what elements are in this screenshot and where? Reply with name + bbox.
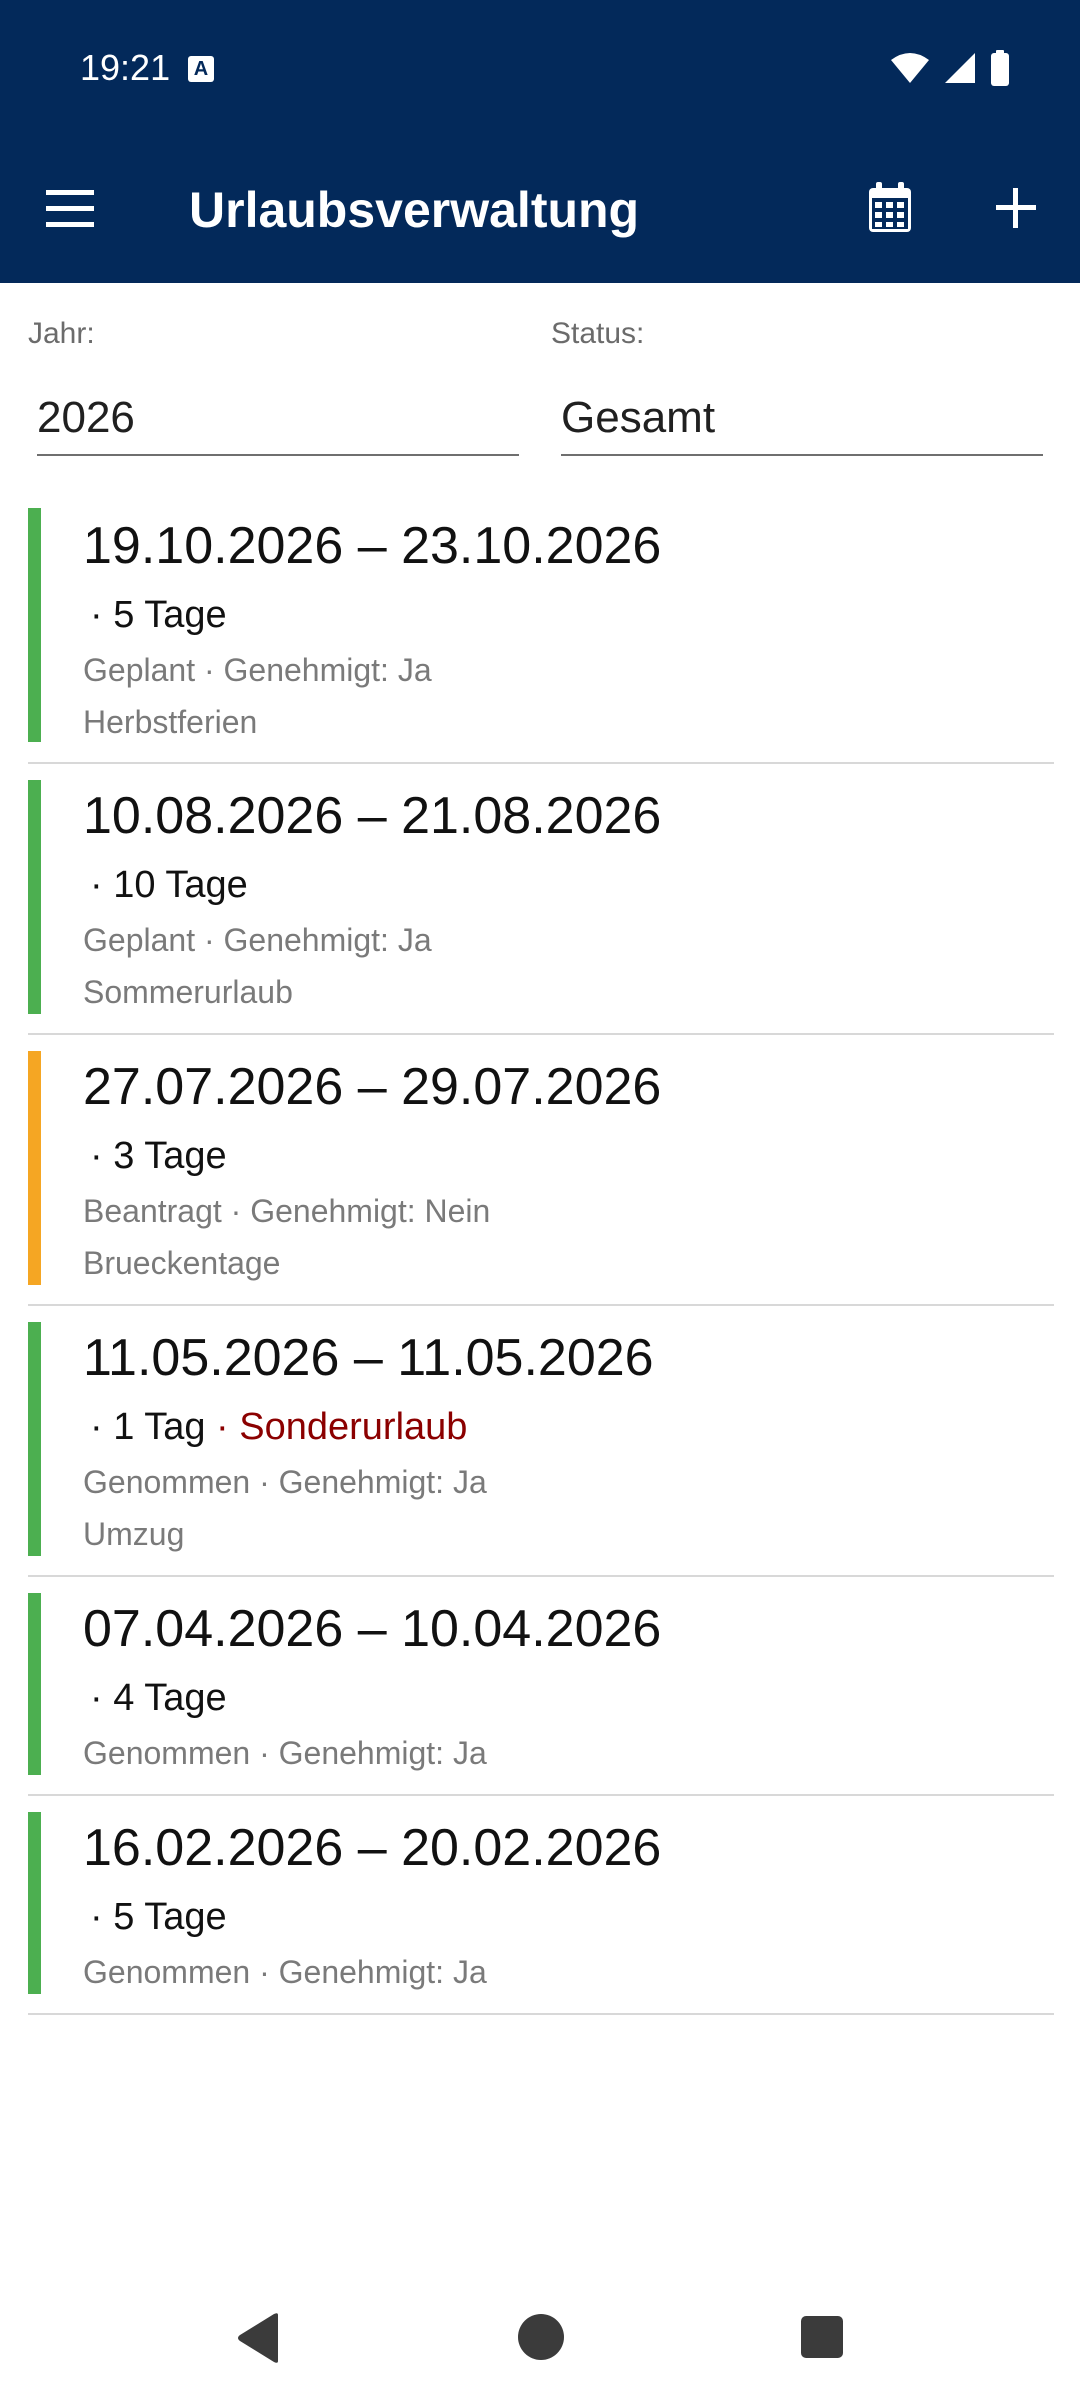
menu-icon[interactable]: [40, 180, 104, 240]
wifi-icon: [891, 53, 929, 83]
status-value: Gesamt: [561, 393, 716, 442]
status-indicator: [28, 1051, 41, 1285]
status-indicator: [28, 780, 41, 1014]
list-item[interactable]: 10.08.2026 – 21.08.2026 · 10 Tage Geplan…: [28, 764, 1054, 1035]
status-indicator: [28, 1812, 41, 1994]
top-bar: 19:21 A Urlaubsverwaltung: [0, 0, 1080, 283]
year-select[interactable]: 2026: [37, 386, 519, 456]
list-item[interactable]: 27.07.2026 – 29.07.2026 · 3 Tage Beantra…: [28, 1035, 1054, 1306]
status-label: Status:: [551, 317, 645, 350]
date-range: 07.04.2026 – 10.04.2026: [83, 1600, 662, 1658]
status-meta: Geplant · Genehmigt: Ja: [83, 652, 432, 688]
day-count-text: · 3 Tage: [90, 1135, 227, 1177]
entry-note: Herbstferien: [83, 704, 258, 740]
list-item[interactable]: 11.05.2026 – 11.05.2026 · 1 Tag · Sonder…: [28, 1306, 1054, 1577]
vacation-list: 19.10.2026 – 23.10.2026 · 5 Tage Geplant…: [28, 508, 1054, 2015]
year-value: 2026: [37, 393, 135, 442]
list-item[interactable]: 19.10.2026 – 23.10.2026 · 5 Tage Geplant…: [28, 508, 1054, 764]
home-icon[interactable]: [518, 2314, 564, 2360]
date-range: 11.05.2026 – 11.05.2026: [83, 1329, 654, 1387]
status-meta: Genommen · Genehmigt: Ja: [83, 1464, 487, 1500]
day-count: · 10 Tage: [90, 862, 248, 908]
day-count-text: · 4 Tage: [90, 1677, 227, 1719]
entry-note: Sommerurlaub: [83, 974, 293, 1010]
battery-icon: [991, 50, 1009, 86]
day-count: · 4 Tage: [90, 1675, 227, 1721]
status-icons: [890, 50, 1010, 86]
date-range: 16.02.2026 – 20.02.2026: [83, 1819, 662, 1877]
status-indicator: [28, 1593, 41, 1775]
entry-note: Brueckentage: [83, 1245, 281, 1281]
status-meta: Genommen · Genehmigt: Ja: [83, 1954, 487, 1990]
date-range: 19.10.2026 – 23.10.2026: [83, 517, 662, 575]
entry-note: Umzug: [83, 1516, 185, 1552]
app-title: Urlaubsverwaltung: [189, 182, 640, 238]
day-count: · 3 Tage: [90, 1133, 227, 1179]
status-select[interactable]: Gesamt: [561, 386, 1043, 456]
day-count: · 5 Tage: [90, 1894, 227, 1940]
back-icon[interactable]: [236, 2312, 282, 2364]
list-item[interactable]: 16.02.2026 – 20.02.2026 · 5 Tage Genomme…: [28, 1796, 1054, 2015]
date-range: 10.08.2026 – 21.08.2026: [83, 787, 662, 845]
day-count-text: · 5 Tage: [90, 1896, 227, 1938]
status-meta: Beantragt · Genehmigt: Nein: [83, 1193, 491, 1229]
recents-icon[interactable]: [801, 2316, 843, 2358]
day-count-text: · 5 Tage: [90, 594, 227, 636]
status-indicator: [28, 1322, 41, 1556]
day-count-text: · 10 Tage: [90, 864, 248, 906]
day-count-text: · 1 Tag: [90, 1406, 206, 1448]
day-count: · 1 Tag · Sonderurlaub: [90, 1404, 467, 1450]
special-leave: · Sonderurlaub: [205, 1406, 468, 1448]
status-indicator: [28, 508, 41, 742]
date-range: 27.07.2026 – 29.07.2026: [83, 1058, 662, 1116]
day-count: · 5 Tage: [90, 592, 227, 638]
list-item[interactable]: 07.04.2026 – 10.04.2026 · 4 Tage Genomme…: [28, 1577, 1054, 1796]
signal-icon: [945, 53, 975, 83]
add-icon[interactable]: [990, 182, 1042, 234]
status-meta: Geplant · Genehmigt: Ja: [83, 922, 432, 958]
screen: 19:21 A Urlaubsverwaltung Jahr: Status: …: [0, 0, 1080, 2400]
calendar-icon[interactable]: [866, 182, 914, 236]
a-icon: A: [188, 56, 214, 82]
status-meta: Genommen · Genehmigt: Ja: [83, 1735, 487, 1771]
year-label: Jahr:: [28, 317, 95, 350]
status-time: 19:21: [80, 47, 171, 88]
